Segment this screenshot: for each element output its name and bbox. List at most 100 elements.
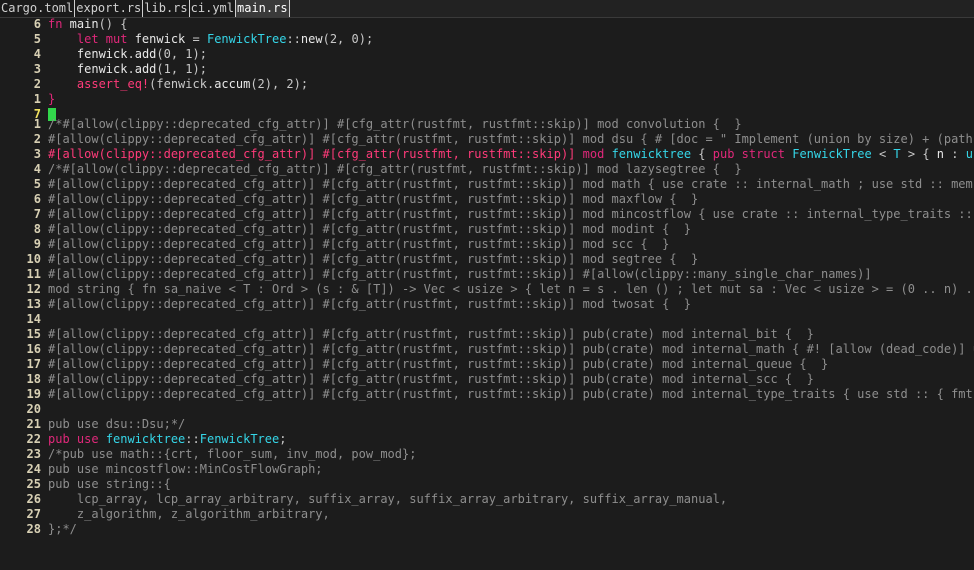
code-line: 4 fenwick.add(0, 1); [0,47,974,62]
code-text: #[allow(clippy::deprecated_cfg_attr)] #[… [48,207,974,221]
code-token: pub struct [712,147,785,161]
code-line: 27 z_algorithm, z_algorithm_arbitrary, [0,507,974,522]
tab-main-rs[interactable]: main.rs [236,0,290,17]
code-text: #[allow(clippy::deprecated_cfg_attr)] #[… [48,237,670,251]
code-line: 25 pub use string::{ [0,477,974,492]
code-text: #[allow(clippy::deprecated_cfg_attr)] #[… [48,327,814,341]
code-text: #[allow(clippy::deprecated_cfg_attr)] #[… [48,147,974,162]
line-number: 15 [26,327,41,341]
line-number: 8 [33,222,41,236]
code-token: fenwick [48,62,128,76]
code-text: };*/ [48,522,77,536]
code-token: = [185,32,207,46]
code-line: 2 #[allow(clippy::deprecated_cfg_attr)] #… [0,132,974,147]
code-line: 26 lcp_array, lcp_array_arbitrary, suffi… [0,492,974,507]
code-text: /*#[allow(clippy::deprecated_cfg_attr)] … [48,162,742,176]
code-token: fenwick [127,32,186,46]
line-number: 4 [33,47,41,61]
code-text: #[allow(clippy::deprecated_cfg_attr)] #[… [48,297,691,311]
code-line: 1 /*#[allow(clippy::deprecated_cfg_attr)]… [0,117,974,132]
code-token: } [48,92,56,106]
code-token: mod [582,147,605,161]
code-text: /*pub use math::{crt, floor_sum, inv_mod… [48,447,417,461]
line-number: 22 [26,432,41,446]
line-number: 12 [26,282,41,296]
line-number: 17 [26,357,41,371]
code-text: #[allow(clippy::deprecated_cfg_attr)] #[… [48,387,974,401]
line-number: 9 [33,237,41,251]
line-number: 6 [33,17,41,31]
code-text: #[allow(clippy::deprecated_cfg_attr)] #[… [48,342,974,356]
code-token: add [134,62,157,76]
code-text: fenwick.add(1, 1); [48,62,207,77]
line-number: 4 [33,162,41,176]
code-line: 14 [0,312,974,327]
code-line: 7 #[allow(clippy::deprecated_cfg_attr)] #… [0,207,974,222]
code-token: (0, 1); [156,47,207,61]
line-number: 11 [26,267,41,281]
code-text: #[allow(clippy::deprecated_cfg_attr)] #[… [48,372,814,386]
code-text: /*#[allow(clippy::deprecated_cfg_attr)] … [48,117,742,131]
code-token: main [62,17,99,31]
code-token: ; [279,432,287,446]
code-token: fenwicktree [105,432,186,446]
code-text: } [48,92,55,107]
code-token: accum [214,77,251,91]
code-token: (2), 2); [250,77,309,91]
code-text: #[allow(clippy::deprecated_cfg_attr)] #[… [48,192,699,206]
code-text: pub use dsu::Dsu;*/ [48,417,186,431]
line-number: 10 [26,252,41,266]
line-number: 3 [33,147,41,161]
code-text: #[allow(clippy::deprecated_cfg_attr)] #[… [48,357,829,371]
code-token: () { [98,17,128,31]
code-line: 12 mod string { fn sa_naive < T : Ord > (… [0,282,974,297]
line-number: 1 [33,92,41,106]
line-number: 1 [33,117,41,131]
code-line: 6 #[allow(clippy::deprecated_cfg_attr)] #… [0,192,974,207]
code-token: : [944,147,966,161]
code-line: 8 #[allow(clippy::deprecated_cfg_attr)] #… [0,222,974,237]
code-token: assert_eq! [48,77,150,91]
code-token: #[cfg_attr(rustfmt, rustfmt::skip)] [322,147,576,161]
code-line: 16 #[allow(clippy::deprecated_cfg_attr)] … [0,342,974,357]
code-line: 5 let mut fenwick = FenwickTree::new(2, … [0,32,974,47]
code-line: 3 fenwick.add(1, 1); [0,62,974,77]
code-token: { [691,147,713,161]
code-token: . [127,62,135,76]
code-token: (fenwick. [149,77,215,91]
tab-bar-fill [289,0,974,17]
code-line: 23 /*pub use math::{crt, floor_sum, inv_m… [0,447,974,462]
tab-cargo-toml[interactable]: Cargo.toml [0,0,76,17]
code-token: n [936,147,944,161]
line-number: 24 [26,462,41,476]
code-token: :: [286,32,301,46]
main-fn-block: 6 fn main() {5 let mut fenwick = FenwickT… [0,17,974,122]
code-text: mod string { fn sa_naive < T : Ord > (s … [48,282,974,296]
code-text: lcp_array, lcp_array_arbitrary, suffix_a… [48,492,728,506]
tab-lib-rs[interactable]: lib.rs [143,0,190,17]
tab-export-rs[interactable]: export.rs [75,0,144,17]
line-number: 2 [33,77,41,91]
code-line: 13 #[allow(clippy::deprecated_cfg_attr)] … [0,297,974,312]
line-number: 28 [26,522,41,536]
code-line: 6 fn main() { [0,17,974,32]
code-token: (1, 1); [156,62,207,76]
code-line: 3 #[allow(clippy::deprecated_cfg_attr)] #… [0,147,974,162]
code-text: #[allow(clippy::deprecated_cfg_attr)] #[… [48,222,691,236]
code-token: new [300,32,323,46]
code-line: 20 [0,402,974,417]
tab-ci-yml[interactable]: ci.yml [190,0,236,17]
code-token: T [893,147,901,161]
line-number: 21 [26,417,41,431]
code-text: #[allow(clippy::deprecated_cfg_attr)] #[… [48,252,699,266]
code-text: #[allow(clippy::deprecated_cfg_attr)] #[… [48,177,974,191]
code-line: 24 pub use mincostflow::MinCostFlowGraph; [0,462,974,477]
code-line: 18 #[allow(clippy::deprecated_cfg_attr)] … [0,372,974,387]
line-number: 23 [26,447,41,461]
code-editor[interactable]: 6 fn main() {5 let mut fenwick = FenwickT… [0,17,974,570]
